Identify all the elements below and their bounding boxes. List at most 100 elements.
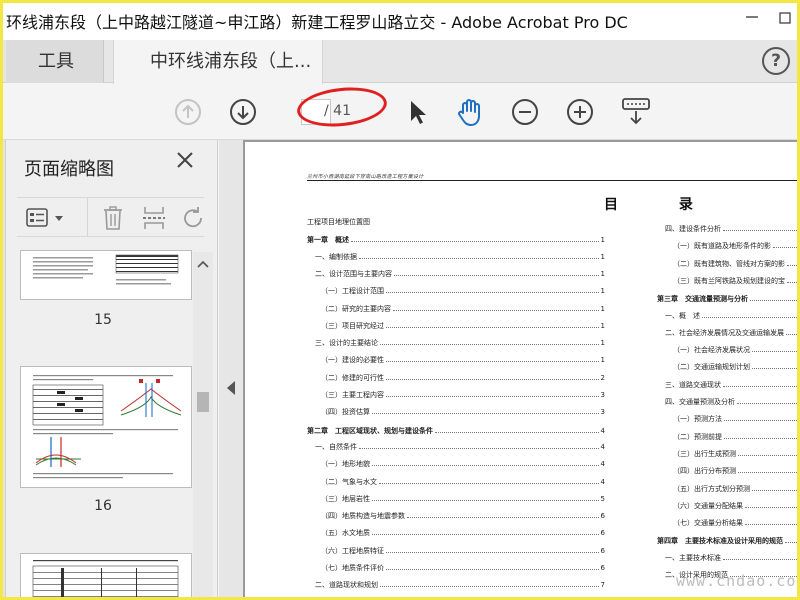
toc-entry[interactable]: （一）工程设计范围 1 — [321, 286, 605, 296]
tab-document[interactable]: 中环线浦东段（上... — [113, 40, 323, 84]
toc-entry-title: 四、建设条件分析 — [665, 225, 721, 233]
maximize-button[interactable] — [770, 4, 800, 34]
toc-entry[interactable]: （六）交通量分配结果 — [673, 501, 800, 511]
toc-entry-title: （二）预测前提 — [673, 432, 722, 441]
toc-entry-page: 6 — [600, 529, 605, 538]
toc-entry[interactable]: 第三章 交通流量预测与分析 — [657, 294, 800, 304]
toc-entry[interactable]: 三、道路交通现状 — [665, 380, 800, 390]
toc-entry[interactable]: （五）水文地质 6 — [321, 528, 605, 538]
toc-entry[interactable]: 二、道路现状和规划 7 — [315, 580, 605, 590]
hand-tool-button[interactable] — [454, 96, 484, 126]
toc-entry-title: （三）出行生成预测 — [673, 449, 736, 458]
toc-leader-dots — [351, 238, 599, 243]
toc-entry[interactable]: （六）工程地质特征 6 — [321, 546, 605, 556]
toc-entry[interactable]: （四）投资估算 3 — [321, 407, 605, 417]
page-thumbnail-15[interactable] — [20, 250, 192, 300]
toc-entry[interactable]: （二）研究的主要内容 1 — [321, 304, 605, 314]
toc-entry[interactable]: 四、建设条件分析 — [665, 224, 800, 234]
toc-entry[interactable]: （二）气象与水文 4 — [321, 477, 605, 487]
toc-leader-dots — [372, 531, 599, 536]
page-thumbnail-15-image — [33, 254, 179, 285]
scrollbar-thumb[interactable] — [197, 392, 209, 412]
toc-entry-page: 4 — [600, 426, 605, 435]
toc-entry[interactable]: 第一章 概述 1 — [307, 235, 605, 245]
toc-entry[interactable]: （四）地质构造与地震参数 6 — [321, 511, 605, 521]
toc-leader-dots — [787, 262, 800, 266]
rotate-page-button[interactable] — [181, 205, 203, 235]
keyboard-down-icon — [622, 98, 650, 125]
toc-entry[interactable]: （三）项目研究经过 1 — [321, 321, 605, 331]
toc-entry-title: 二、道路现状和规划 — [315, 581, 378, 590]
toc-entry[interactable]: （三）地层岩性 5 — [321, 494, 605, 504]
toc-entry-title: （一）建设的必要性 — [321, 356, 384, 365]
toc-leader-dots — [407, 514, 599, 519]
keyboard-tool-button[interactable] — [620, 96, 652, 126]
document-page: 兰州市小西湖南延段下穿南山路改造工程方案设计 目 录 工程项目地理位置图 第一章 … — [245, 142, 800, 600]
options-dropdown-icon — [26, 208, 63, 227]
page-header-rule — [307, 180, 800, 181]
page-thumbnail-17[interactable] — [20, 553, 192, 600]
window-title: 环线浦东段（上中路越江隧道~申江路）新建工程罗山路立交 - Adobe Acro… — [6, 13, 628, 32]
toc-entry-page: 1 — [600, 356, 605, 365]
toc-entry[interactable]: （二）既有建筑物、管线对方案的影 — [673, 259, 800, 269]
toc-entry-title: （七）地质条件评价 — [321, 564, 384, 572]
toc-entry-title: （五）水文地质 — [321, 529, 370, 538]
close-panel-button[interactable] — [174, 151, 196, 173]
toc-entry-title: （六）工程地质特征 — [321, 546, 384, 555]
toc-entry[interactable]: （二）修建的可行性 2 — [321, 373, 605, 383]
toc-entry[interactable]: 一、编制依据 1 — [315, 252, 605, 262]
help-icon: ? — [771, 51, 781, 71]
title-bar: 环线浦东段（上中路越江隧道~申江路）新建工程罗山路立交 - Adobe Acro… — [0, 0, 800, 40]
thumbnail-scrollbar[interactable] — [193, 252, 213, 600]
toc-entry[interactable]: 工程项目地理位置图 — [307, 217, 605, 227]
help-button[interactable]: ? — [762, 47, 790, 75]
toc-entry[interactable]: （四）出行分布预测 — [673, 466, 800, 476]
previous-page-button[interactable] — [173, 97, 203, 127]
collapse-panel-icon[interactable] — [227, 381, 235, 395]
toc-entry[interactable]: 二、社会经济发展情况及交通运输发展 — [665, 328, 800, 338]
toc-entry[interactable]: （一）预测方法 — [673, 414, 800, 424]
toc-entry[interactable]: 三、设计的主要结论 1 — [315, 338, 605, 348]
split-page-button[interactable] — [141, 205, 167, 235]
toc-entry[interactable]: 第二章 工程区域现状、规划与建设条件 4 — [307, 426, 605, 436]
toc-entry[interactable]: （一）地形地貌 4 — [321, 459, 605, 469]
toc-entry[interactable]: （七）交通量分析结果 — [673, 518, 800, 528]
toc-entry[interactable]: （五）出行方式划分预测 — [673, 484, 800, 494]
toc-entry[interactable]: 一、主要技术标准 — [665, 553, 800, 563]
toc-entry[interactable]: （二）交通运输规划计划 — [673, 362, 800, 372]
zoom-in-button[interactable] — [565, 97, 595, 127]
toc-entry-title: 一、自然条件 — [315, 442, 357, 451]
toc-entry-title: （五）出行方式划分预测 — [673, 484, 750, 493]
toc-entry[interactable]: 第四章 主要技术标准及设计采用的规范 — [657, 536, 800, 546]
next-page-button[interactable] — [228, 97, 258, 127]
select-tool-button[interactable] — [403, 97, 433, 127]
toc-entry[interactable]: （二）预测前提 — [673, 432, 800, 442]
toc-leader-dots — [379, 480, 599, 484]
toc-entry-title: （三）地层岩性 — [321, 494, 370, 503]
toc-entry[interactable]: （三）出行生成预测 — [673, 449, 800, 459]
maximize-icon — [779, 12, 791, 24]
tab-tools[interactable]: 工具 — [6, 40, 104, 83]
delete-page-button[interactable] — [101, 205, 125, 235]
minimize-button[interactable] — [737, 4, 767, 34]
zoom-out-button[interactable] — [510, 97, 540, 127]
document-viewport[interactable]: 兰州市小西湖南延段下穿南山路改造工程方案设计 目 录 工程项目地理位置图 第一章 … — [243, 140, 800, 600]
toc-entry[interactable]: 四、交通量预测及分析 — [665, 397, 800, 407]
watermark-text: www.cndao.com — [676, 572, 800, 590]
toc-title: 目 录 — [604, 197, 721, 213]
page-thumbnail-16[interactable] — [20, 366, 192, 488]
toc-entry-title: （二）研究的主要内容 — [321, 304, 391, 313]
toc-entry[interactable]: （三）主要工程内容 3 — [321, 390, 605, 400]
toc-entry[interactable]: （三）既有兰阿铁路及规划建设的宝 — [673, 276, 800, 286]
toc-entry[interactable]: 一、自然条件 4 — [315, 442, 605, 452]
toc-entry-page: 6 — [600, 512, 605, 521]
thumbnail-options-button[interactable] — [25, 207, 67, 233]
cursor-arrow-icon — [411, 101, 426, 124]
toc-entry[interactable]: （七）地质条件评价 6 — [321, 563, 605, 573]
toc-entry-title: （二）交通运输规划计划 — [673, 363, 750, 372]
toc-entry[interactable]: 一、概 述 — [665, 311, 800, 321]
toc-entry[interactable]: （一）建设的必要性 1 — [321, 355, 605, 365]
toc-entry[interactable]: 二、设计范围与主要内容 1 — [315, 269, 605, 279]
toc-entry[interactable]: （一）既有道路及地形条件的影 — [673, 241, 800, 251]
toc-entry[interactable]: （一）社会经济发展状况 — [673, 345, 800, 355]
